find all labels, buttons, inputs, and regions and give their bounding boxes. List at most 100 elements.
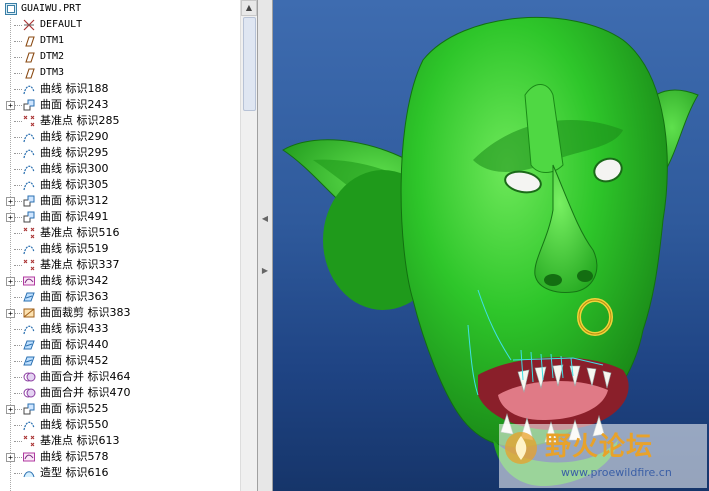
tree-item-label: 曲面合并 标识464: [40, 370, 131, 383]
model-tree[interactable]: GUAIWU.PRT DEFAULT DTM1 DTM2 DTM3 曲线 标识188 + 曲…: [0, 0, 240, 491]
tree-item-label: 基准点 标识613: [40, 434, 120, 447]
tree-item[interactable]: 曲线 标识519: [0, 241, 240, 257]
tree-scrollbar[interactable]: ▲: [240, 0, 257, 491]
tree-item[interactable]: DTM3: [0, 65, 240, 81]
datum-point-icon: [23, 259, 35, 271]
tree-item[interactable]: DEFAULT: [0, 17, 240, 33]
boundary-surface-icon: [23, 292, 35, 302]
tree-item[interactable]: + 曲面 标识491: [0, 209, 240, 225]
trim-icon: [23, 308, 35, 318]
collapse-left-icon[interactable]: ◀: [261, 212, 269, 226]
tree-item-label: 曲线 标识300: [40, 162, 109, 175]
tree-item-label: 曲线 标识433: [40, 322, 109, 335]
sketch-curve-icon: [23, 276, 35, 286]
tree-item-label: 曲面 标识363: [40, 290, 109, 303]
tree-guide-line: [14, 345, 22, 346]
boundary-surface-icon: [23, 356, 35, 366]
tree-item-label: 曲面 标识440: [40, 338, 109, 351]
tree-guide-line: [14, 473, 22, 474]
tree-item[interactable]: + 曲线 标识342: [0, 273, 240, 289]
tree-guide-line: [14, 297, 22, 298]
tree-item[interactable]: 基准点 标识337: [0, 257, 240, 273]
tree-item-label: 曲线 标识290: [40, 130, 109, 143]
datum-point-icon: [23, 115, 35, 127]
tree-item-label: DTM2: [40, 51, 65, 62]
curve-icon: [23, 421, 35, 431]
tree-item[interactable]: 基准点 标识516: [0, 225, 240, 241]
monster-head-model: [282, 16, 699, 486]
tree-guide-line: [14, 105, 22, 106]
expand-right-icon[interactable]: ▶: [261, 264, 269, 278]
tree-root-item[interactable]: GUAIWU.PRT: [0, 1, 240, 17]
tree-guide-line: [14, 73, 22, 74]
curve-icon: [23, 245, 35, 255]
style-icon: [23, 471, 35, 478]
tree-guide-line: [14, 137, 22, 138]
tree-item[interactable]: 曲线 标识295: [0, 145, 240, 161]
curve-icon: [23, 181, 35, 191]
scroll-up-button[interactable]: ▲: [241, 0, 257, 16]
graphics-viewport[interactable]: 野火论坛 www.proewildfire.cn: [273, 0, 709, 491]
tree-item-label: 曲面裁剪 标识383: [40, 306, 131, 319]
surface-icon: [23, 99, 35, 111]
tree-item[interactable]: 曲线 标识300: [0, 161, 240, 177]
tree-item[interactable]: 曲面 标识440: [0, 337, 240, 353]
tree-item[interactable]: DTM2: [0, 49, 240, 65]
tree-item[interactable]: 曲线 标识305: [0, 177, 240, 193]
datum-plane-icon: [25, 52, 35, 63]
curve-icon: [23, 149, 35, 159]
forum-watermark: 野火论坛 www.proewildfire.cn: [499, 424, 707, 488]
tree-guide-line: [14, 313, 22, 314]
tree-item[interactable]: + 曲面裁剪 标识383: [0, 305, 240, 321]
tree-guide-line: [14, 265, 22, 266]
datum-plane-icon: [25, 36, 35, 47]
tree-item-label: 曲线 标识519: [40, 242, 109, 255]
tree-item[interactable]: 曲面 标识363: [0, 289, 240, 305]
panel-splitter[interactable]: ◀ ▶: [257, 0, 273, 491]
tree-guide-line: [14, 409, 22, 410]
tree-item[interactable]: 曲面合并 标识464: [0, 369, 240, 385]
tree-root-label: GUAIWU.PRT: [21, 3, 82, 14]
tree-item[interactable]: 造型 标识616: [0, 465, 240, 481]
tree-item[interactable]: + 曲线 标识578: [0, 449, 240, 465]
curve-icon: [23, 133, 35, 143]
tree-item-label: 曲面 标识525: [40, 402, 109, 415]
tree-item-label: 基准点 标识337: [40, 258, 120, 271]
tree-guide-line: [14, 441, 22, 442]
surface-icon: [23, 211, 35, 223]
tree-item-label: 曲面合并 标识470: [40, 386, 131, 399]
tree-item[interactable]: 曲面合并 标识470: [0, 385, 240, 401]
tree-item-label: 曲线 标识188: [40, 82, 109, 95]
merge-icon: [23, 372, 36, 382]
tree-item[interactable]: 曲线 标识188: [0, 81, 240, 97]
datum-point-icon: [23, 227, 35, 239]
tree-guide-line: [14, 233, 22, 234]
tree-item[interactable]: 基准点 标识613: [0, 433, 240, 449]
tree-guide-line: [14, 377, 22, 378]
tree-item[interactable]: + 曲面 标识312: [0, 193, 240, 209]
tree-item-label: DTM1: [40, 35, 65, 46]
curve-icon: [23, 85, 35, 95]
tree-item[interactable]: 曲面 标识452: [0, 353, 240, 369]
tree-item-label: 曲线 标识295: [40, 146, 109, 159]
tree-item[interactable]: DTM1: [0, 33, 240, 49]
tree-guide-line: [14, 89, 22, 90]
boundary-surface-icon: [23, 340, 35, 350]
tree-item-label: DEFAULT: [40, 19, 83, 30]
tree-item[interactable]: + 曲面 标识243: [0, 97, 240, 113]
watermark-url: www.proewildfire.cn: [561, 466, 672, 479]
tree-item[interactable]: 基准点 标识285: [0, 113, 240, 129]
tree-guide-line: [14, 329, 22, 330]
tree-item-label: 曲线 标识550: [40, 418, 109, 431]
tree-item[interactable]: 曲线 标识550: [0, 417, 240, 433]
scroll-thumb[interactable]: [243, 17, 256, 111]
tree-item-label: 曲线 标识305: [40, 178, 109, 191]
watermark-title: 野火论坛: [545, 432, 654, 462]
tree-guide-line: [14, 169, 22, 170]
tree-item[interactable]: 曲线 标识433: [0, 321, 240, 337]
tree-item[interactable]: 曲线 标识290: [0, 129, 240, 145]
tree-item-label: 基准点 标识285: [40, 114, 120, 127]
tree-item-label: 基准点 标识516: [40, 226, 120, 239]
merge-icon: [23, 388, 36, 398]
tree-item[interactable]: + 曲面 标识525: [0, 401, 240, 417]
